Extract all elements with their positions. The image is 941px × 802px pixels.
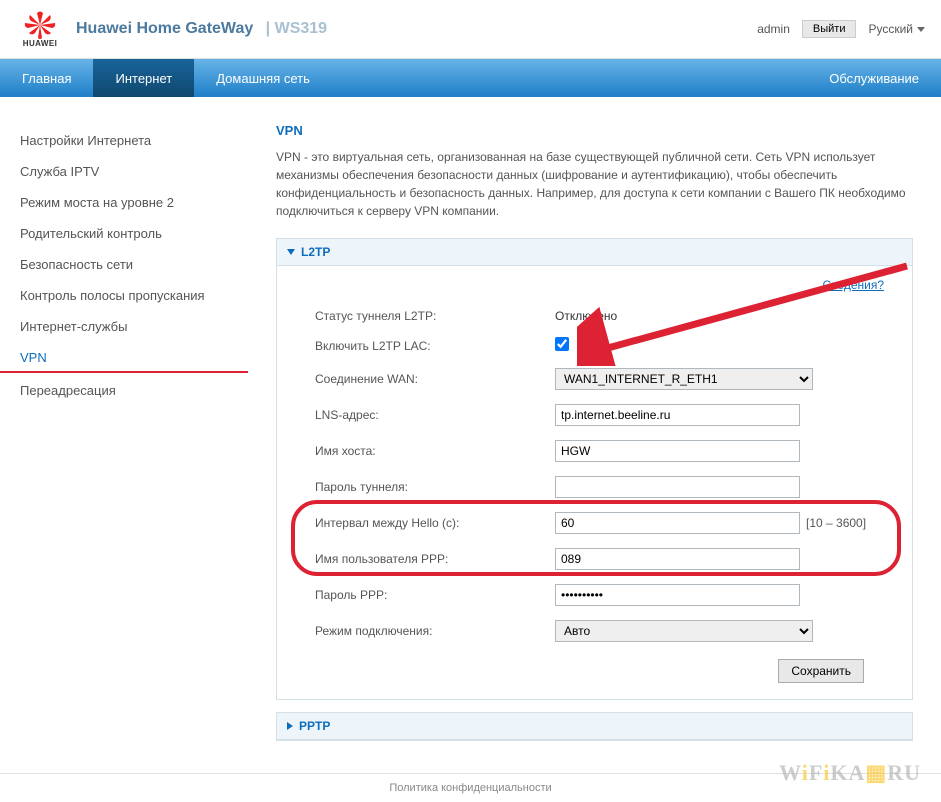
collapse-icon (287, 249, 295, 255)
l2tp-title: L2TP (301, 245, 330, 259)
ppp-user-label: Имя пользователя PPP: (295, 552, 555, 566)
hello-hint: [10 – 3600] (806, 516, 866, 530)
watermark: WiFiKA▦RU (779, 760, 921, 786)
logo-text: HUAWEI (23, 39, 57, 48)
page-title: VPN (276, 123, 913, 138)
brand-title: Huawei Home GateWay (76, 20, 253, 38)
nav-home-network[interactable]: Домашняя сеть (194, 59, 332, 97)
sidebar-item-parental[interactable]: Родительский контроль (0, 218, 248, 249)
sidebar-item-services[interactable]: Интернет-службы (0, 311, 248, 342)
sidebar-item-iptv[interactable]: Служба IPTV (0, 156, 248, 187)
wan-label: Соединение WAN: (295, 372, 555, 386)
language-selector[interactable]: Русский (868, 22, 925, 36)
hello-label: Интервал между Hello (с): (295, 516, 555, 530)
lns-input[interactable] (555, 404, 800, 426)
sidebar-item-security[interactable]: Безопасность сети (0, 249, 248, 280)
wan-select[interactable]: WAN1_INTERNET_R_ETH1 (555, 368, 813, 390)
sidebar-active-underline (0, 371, 248, 373)
l2tp-panel-header[interactable]: L2TP (277, 239, 912, 266)
huawei-logo: HUAWEI (16, 8, 64, 50)
hello-input[interactable] (555, 512, 800, 534)
lns-label: LNS-адрес: (295, 408, 555, 422)
ppp-pwd-label: Пароль PPP: (295, 588, 555, 602)
l2tp-panel: L2TP Сведения? Статус туннеля L2TP: Откл… (276, 238, 913, 700)
model-name: | WS319 (261, 20, 327, 38)
chevron-down-icon (917, 27, 925, 32)
pptp-panel-header[interactable]: PPTP (277, 713, 912, 740)
ppp-user-input[interactable] (555, 548, 800, 570)
details-link[interactable]: Сведения? (823, 278, 885, 292)
tunnel-pwd-input[interactable] (555, 476, 800, 498)
enable-checkbox[interactable] (555, 337, 569, 351)
nav-home[interactable]: Главная (0, 59, 93, 97)
enable-label: Включить L2TP LAC: (295, 339, 555, 353)
page-description: VPN - это виртуальная сеть, организованн… (276, 148, 913, 220)
nav-internet[interactable]: Интернет (93, 59, 194, 97)
content-area: VPN VPN - это виртуальная сеть, организо… (248, 97, 941, 773)
logout-button[interactable]: Выйти (802, 20, 857, 38)
pptp-panel: PPTP (276, 712, 913, 741)
mode-select[interactable]: Авто (555, 620, 813, 642)
sidebar-item-bandwidth[interactable]: Контроль полосы пропускания (0, 280, 248, 311)
host-label: Имя хоста: (295, 444, 555, 458)
sidebar-item-internet-settings[interactable]: Настройки Интернета (0, 125, 248, 156)
pptp-title: PPTP (299, 719, 330, 733)
tunnel-pwd-label: Пароль туннеля: (295, 480, 555, 494)
ppp-pwd-input[interactable] (555, 584, 800, 606)
sidebar-item-vpn[interactable]: VPN (0, 342, 248, 373)
sidebar: Настройки Интернета Служба IPTV Режим мо… (0, 97, 248, 773)
expand-icon (287, 722, 293, 730)
language-label: Русский (868, 22, 913, 36)
header: HUAWEI Huawei Home GateWay | WS319 admin… (0, 0, 941, 59)
status-label: Статус туннеля L2TP: (295, 309, 555, 323)
admin-label: admin (757, 22, 790, 36)
sidebar-item-forwarding[interactable]: Переадресация (0, 375, 248, 406)
nav-maintenance[interactable]: Обслуживание (807, 59, 941, 97)
footer-link[interactable]: Политика конфиденциальности (389, 782, 551, 794)
host-input[interactable] (555, 440, 800, 462)
save-button[interactable]: Сохранить (778, 659, 864, 683)
main-nav: Главная Интернет Домашняя сеть Обслужива… (0, 59, 941, 97)
status-value: Отключено (555, 309, 894, 323)
mode-label: Режим подключения: (295, 624, 555, 638)
sidebar-item-bridge[interactable]: Режим моста на уровне 2 (0, 187, 248, 218)
